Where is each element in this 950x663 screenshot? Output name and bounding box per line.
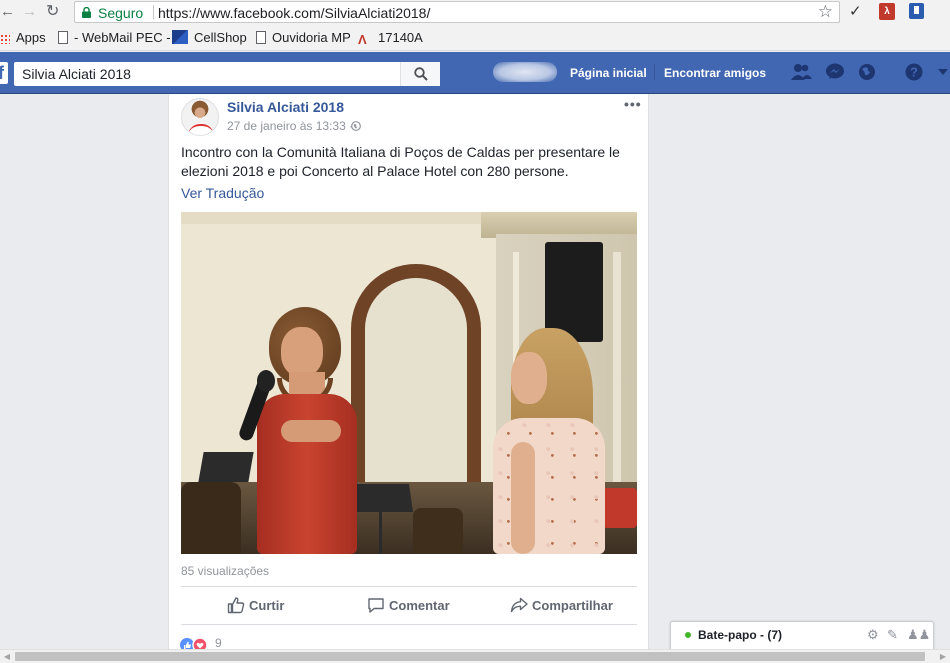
- compose-icon[interactable]: ✎: [887, 627, 898, 643]
- friend-requests-icon[interactable]: [790, 63, 812, 81]
- lock-icon: [82, 7, 91, 18]
- search-icon: [414, 67, 428, 81]
- chat-label[interactable]: Bate-papo - (7): [698, 628, 782, 642]
- bookmark-label: - WebMail PEC -: [74, 30, 171, 45]
- search-button[interactable]: [400, 62, 440, 86]
- nav-find-friends-link[interactable]: Encontrar amigos: [664, 66, 766, 80]
- back-arrow-icon[interactable]: ←: [0, 2, 15, 22]
- messenger-icon[interactable]: [824, 63, 846, 81]
- bookmark-apps[interactable]: Apps: [0, 30, 46, 45]
- secure-label: Seguro: [98, 5, 144, 21]
- post-timestamp[interactable]: 27 de janeiro às 13:33 ·: [227, 119, 353, 133]
- facebook-logo-icon[interactable]: f: [0, 62, 8, 84]
- scrollbar-thumb[interactable]: [15, 652, 925, 661]
- nav-home-link[interactable]: Página inicial: [570, 66, 647, 80]
- url-text[interactable]: https://www.facebook.com/SilviaAlciati20…: [158, 5, 430, 21]
- a-logo-icon: Λ: [358, 32, 367, 47]
- address-bar[interactable]: Seguro https://www.facebook.com/SilviaAl…: [74, 1, 840, 23]
- pdf-extension-icon[interactable]: λ: [879, 3, 895, 20]
- share-arrow-icon: [510, 597, 528, 613]
- gear-icon[interactable]: ⚙: [867, 627, 879, 643]
- comment-button[interactable]: Comentar: [367, 596, 450, 618]
- bookmark-cellshop[interactable]: CellShop: [172, 30, 247, 45]
- scroll-right-arrow-icon[interactable]: ▶: [936, 650, 950, 663]
- divider: [181, 586, 637, 587]
- bookmark-label: 17140A: [378, 30, 423, 45]
- bookmark-label: Ouvidoria MP: [272, 30, 351, 45]
- comment-bubble-icon: [368, 598, 384, 613]
- reaction-count[interactable]: 9: [215, 636, 222, 650]
- checkmark-extension-icon[interactable]: ✓: [849, 2, 862, 22]
- forward-arrow-icon[interactable]: →: [22, 2, 38, 22]
- post-options-icon[interactable]: •••: [624, 96, 642, 112]
- share-label: Compartilhar: [532, 598, 613, 613]
- post-text: Incontro con la Comunità Italiana di Poç…: [181, 144, 620, 179]
- comment-label: Comentar: [389, 598, 450, 613]
- bookmark-ouvidoria[interactable]: Ouvidoria MP: [256, 30, 351, 45]
- browser-toolbar: ← → ↻ Seguro https://www.facebook.com/Si…: [0, 0, 950, 25]
- omnibox-separator: [153, 5, 154, 19]
- bookmark-extension-icon[interactable]: [909, 3, 924, 19]
- thumbs-up-icon: [227, 597, 245, 614]
- like-label: Curtir: [249, 598, 285, 613]
- profile-avatar-blurred[interactable]: [493, 62, 557, 82]
- post-photo[interactable]: [181, 212, 637, 554]
- scroll-left-arrow-icon[interactable]: ◀: [0, 650, 14, 663]
- reload-icon[interactable]: ↻: [46, 2, 64, 22]
- public-globe-icon: [351, 121, 361, 131]
- cellshop-icon: [172, 30, 188, 44]
- online-status-dot: [685, 632, 691, 638]
- apps-grid-icon: [0, 34, 10, 44]
- help-icon[interactable]: ?: [903, 63, 925, 81]
- search-input[interactable]: [14, 62, 440, 86]
- notifications-globe-icon[interactable]: [856, 63, 878, 81]
- share-button[interactable]: Compartilhar: [510, 596, 613, 618]
- bookmarks-bar: Apps - WebMail PEC - CellShop Ouvidoria …: [0, 25, 950, 51]
- bookmark-star-icon[interactable]: ☆: [818, 3, 833, 21]
- group-chat-icon[interactable]: ♟♟: [907, 627, 930, 643]
- author-avatar[interactable]: [181, 98, 219, 136]
- post-author-name[interactable]: Silvia Alciati 2018: [227, 99, 344, 115]
- bookmark-label: CellShop: [194, 30, 247, 45]
- see-translation-link[interactable]: Ver Tradução: [181, 185, 264, 201]
- bookmark-webmail[interactable]: - WebMail PEC -: [58, 30, 171, 45]
- svg-text:?: ?: [910, 65, 918, 80]
- nav-divider: [654, 64, 655, 80]
- bookmark-17140a[interactable]: Λ 17140A: [358, 30, 423, 46]
- post-card: Silvia Alciati 2018 27 de janeiro às 13:…: [168, 94, 649, 663]
- page-icon: [58, 31, 68, 44]
- page-icon: [256, 31, 266, 44]
- account-menu-caret-icon[interactable]: [938, 69, 948, 75]
- like-button[interactable]: Curtir: [227, 596, 284, 618]
- views-count: 85 visualizações: [181, 564, 270, 578]
- bookmark-label: Apps: [16, 30, 46, 45]
- horizontal-scrollbar[interactable]: ◀ ▶: [0, 649, 950, 663]
- divider: [181, 624, 637, 625]
- chat-sidebar-bar[interactable]: Bate-papo - (7) ⚙ ✎ ♟♟: [670, 621, 934, 649]
